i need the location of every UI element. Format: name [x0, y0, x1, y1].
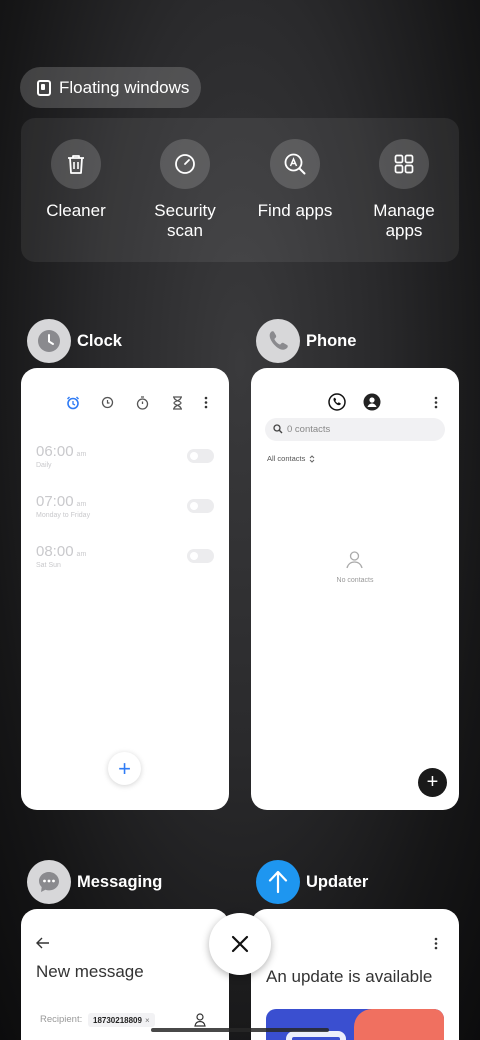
alarm-tab-icon[interactable]: [66, 396, 80, 410]
clock-icon: [27, 319, 71, 363]
messaging-window-card[interactable]: New message Recipient: 18730218809 ×: [21, 909, 229, 1040]
more-options-icon[interactable]: [204, 396, 208, 409]
recipient-chip-number: 18730218809: [93, 1015, 142, 1025]
search-icon: [273, 424, 283, 434]
alarm-time: 07:00: [36, 493, 74, 510]
contacts-search-placeholder: 0 contacts: [287, 424, 331, 435]
contacts-filter-label: All contacts: [267, 454, 306, 463]
calls-tab-icon[interactable]: [328, 393, 346, 411]
add-alarm-button[interactable]: +: [108, 752, 141, 785]
updater-window-card[interactable]: An update is available: [251, 909, 459, 1040]
clock-app-name: Clock: [77, 331, 122, 350]
updater-app-header[interactable]: Updater: [256, 860, 368, 904]
timer-tab-icon[interactable]: [172, 396, 183, 410]
updater-icon: [256, 860, 300, 904]
manage-apps-label: Manage apps: [373, 201, 435, 240]
alarm-days: Daily: [36, 462, 52, 469]
alarm-days: Sat Sun: [36, 562, 61, 569]
alarm-time: 08:00: [36, 543, 74, 560]
home-indicator[interactable]: [151, 1028, 329, 1032]
clock-window-card[interactable]: 06:00 am Daily 07:00 am Monday to Friday 0…: [21, 368, 229, 810]
cleaner-label: Cleaner: [46, 201, 106, 220]
alarm-toggle[interactable]: [187, 449, 214, 463]
contact-picker-icon[interactable]: [194, 1013, 206, 1027]
messaging-app-header[interactable]: Messaging: [27, 860, 162, 904]
alarm-toggle[interactable]: [187, 499, 214, 513]
add-contact-button[interactable]: +: [418, 768, 447, 797]
more-options-icon[interactable]: [434, 937, 438, 950]
empty-contacts-icon: [346, 551, 363, 569]
close-all-button[interactable]: [209, 913, 271, 975]
floating-windows-label: Floating windows: [59, 77, 190, 97]
security-scan-button[interactable]: Security scan: [130, 139, 240, 241]
clock-app-header[interactable]: Clock: [27, 319, 122, 363]
phone-app-header[interactable]: Phone: [256, 319, 356, 363]
update-headline: An update is available: [266, 967, 433, 986]
security-scan-label: Security scan: [154, 201, 216, 240]
find-apps-button[interactable]: Find apps: [240, 139, 350, 221]
alarm-ampm: am: [76, 451, 87, 458]
remove-recipient-icon[interactable]: ×: [145, 1016, 150, 1025]
recipient-chip[interactable]: 18730218809 ×: [88, 1013, 155, 1027]
alarm-toggle[interactable]: [187, 549, 214, 563]
alarm-days: Monday to Friday: [36, 512, 91, 519]
world-clock-tab-icon[interactable]: [101, 396, 114, 409]
phone-window-card[interactable]: 0 contacts All contacts No contacts +: [251, 368, 459, 810]
recipient-label: Recipient:: [40, 1014, 83, 1025]
alarm-time: 06:00: [36, 443, 74, 460]
sort-arrows-icon: [310, 454, 315, 463]
updater-app-name: Updater: [306, 872, 369, 891]
security-scan-icon: [160, 139, 210, 189]
empty-contacts-text: No contacts: [336, 577, 374, 584]
messaging-app-name: Messaging: [77, 872, 163, 891]
quick-tools-panel: Cleaner Security scan Find apps Manage app…: [21, 118, 459, 262]
update-banner-image: [266, 1009, 444, 1040]
more-options-icon[interactable]: [434, 396, 438, 409]
manage-apps-button[interactable]: Manage apps: [349, 139, 459, 241]
trash-icon: [51, 139, 101, 189]
alarm-ampm: am: [76, 551, 87, 558]
contacts-tab-icon[interactable]: [363, 393, 381, 411]
contacts-search-input[interactable]: 0 contacts: [265, 418, 445, 441]
manage-apps-icon: [379, 139, 429, 189]
find-apps-icon: [270, 139, 320, 189]
cleaner-button[interactable]: Cleaner: [21, 139, 131, 221]
contacts-filter-dropdown[interactable]: All contacts: [267, 454, 315, 463]
stopwatch-tab-icon[interactable]: [136, 396, 149, 410]
find-apps-label: Find apps: [257, 201, 333, 220]
close-icon: [231, 935, 249, 953]
messaging-icon: [27, 860, 71, 904]
new-message-title: New message: [36, 962, 144, 981]
alarm-ampm: am: [76, 501, 87, 508]
floating-windows-button[interactable]: Floating windows: [20, 67, 201, 108]
phone-icon: [256, 319, 300, 363]
back-arrow-icon[interactable]: [36, 937, 50, 949]
floating-window-icon: [37, 79, 51, 96]
phone-app-name: Phone: [306, 331, 357, 350]
